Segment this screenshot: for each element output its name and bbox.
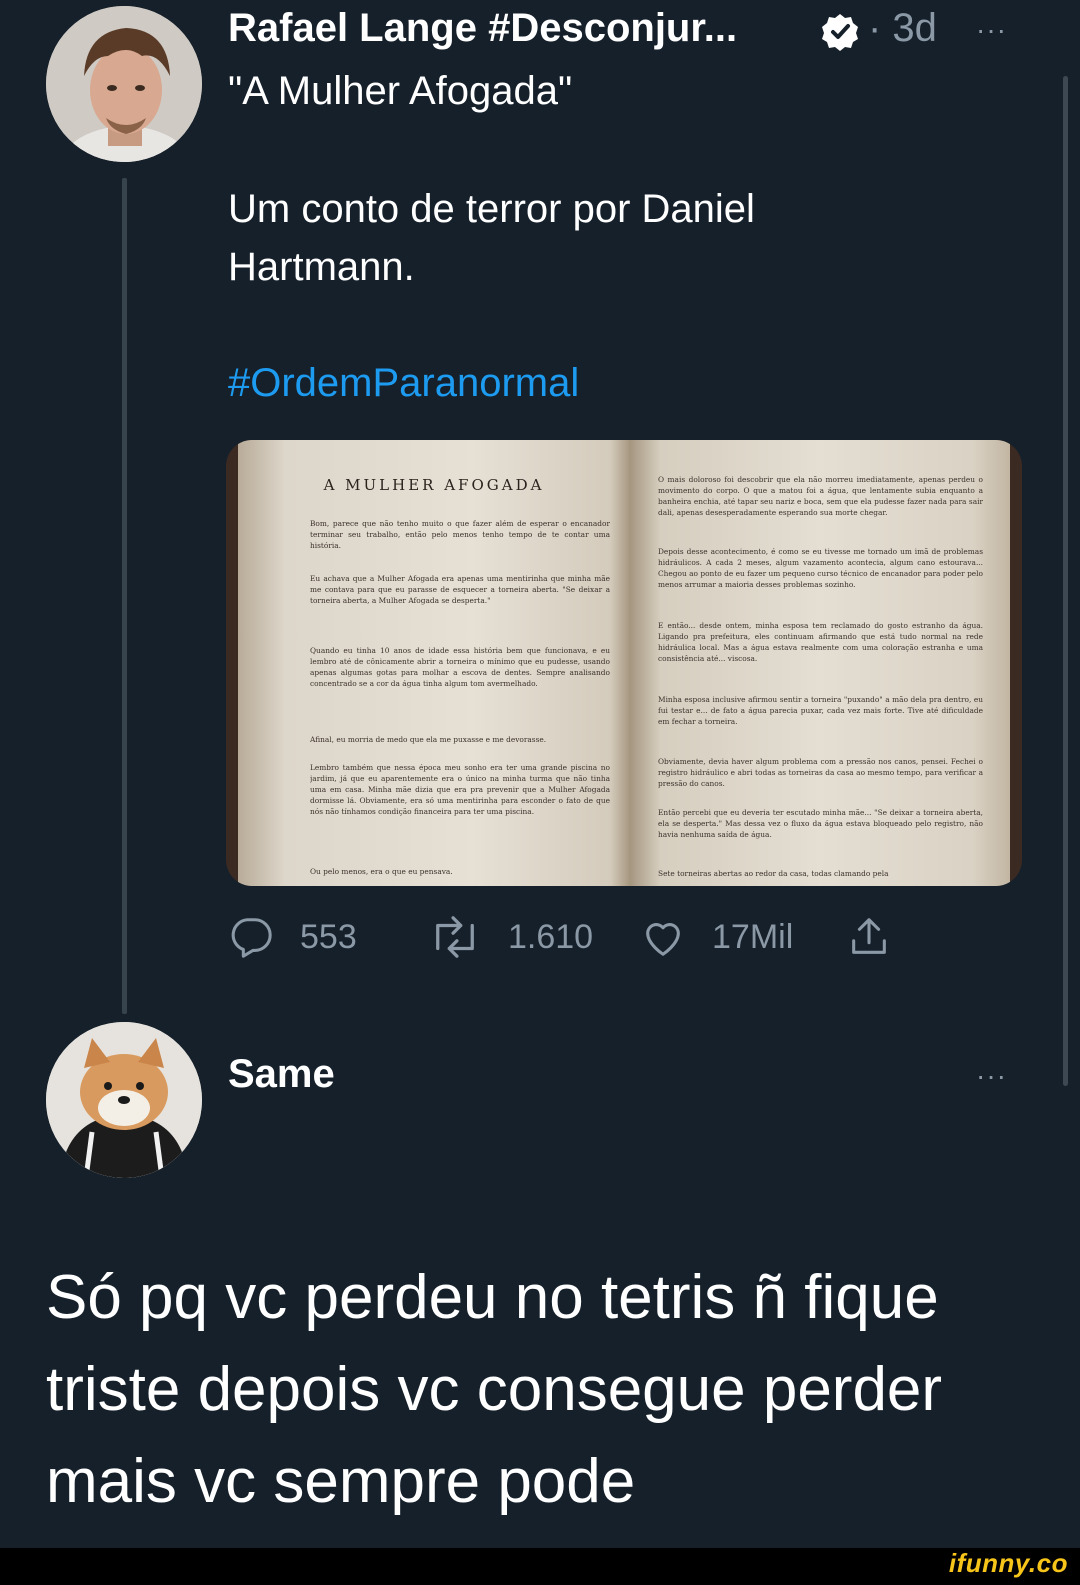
book-left-paragraph: Bom, parece que não tenho muito o que fa…	[310, 519, 610, 550]
reply-action[interactable]: 553	[228, 914, 357, 960]
tweet-media-image[interactable]: A MULHER AFOGADA Bom, parece que não ten…	[226, 440, 1022, 886]
retweet-icon	[436, 916, 474, 958]
retweet-action[interactable]: 1.610	[428, 914, 593, 960]
book-right-paragraph: O mais doloroso foi descobrir que ela nã…	[658, 475, 983, 517]
like-count: 17Mil	[712, 917, 794, 956]
thread-connector-line	[122, 178, 127, 1014]
book-page-right: O mais doloroso foi descobrir que ela nã…	[630, 440, 1010, 886]
reply-more-options-icon[interactable]: ···	[976, 1060, 1007, 1092]
reply-author-avatar[interactable]	[46, 1022, 202, 1178]
book-right-paragraph: Depois desse acontecimento, é como se eu…	[658, 547, 983, 589]
book-left-paragraph: Quando eu tinha 10 anos de idade essa hi…	[310, 646, 610, 688]
hashtag-link[interactable]: #OrdemParanormal	[228, 354, 579, 412]
reply-author-name[interactable]: Same	[228, 1052, 335, 1097]
book-title: A MULHER AFOGADA	[323, 476, 545, 494]
retweet-count: 1.610	[508, 917, 594, 956]
tweet-body-line-2: Hartmann.	[228, 245, 415, 289]
book-left-paragraph: Ou pelo menos, era o que eu pensava.	[310, 867, 453, 876]
book-right-paragraph: Então percebi que eu deveria ter escutad…	[658, 808, 983, 839]
author-name[interactable]: Rafael Lange #Desconjur...	[228, 6, 737, 51]
book-page-left: A MULHER AFOGADA Bom, parece que não ten…	[238, 440, 630, 886]
tweet-timestamp[interactable]: · 3d	[868, 6, 937, 51]
verified-badge-icon	[822, 14, 858, 51]
book-right-paragraph: Sete torneiras abertas ao redor da casa,…	[658, 869, 889, 878]
reply-bubble-icon	[231, 918, 272, 958]
like-action[interactable]: 17Mil	[640, 914, 793, 960]
book-right-paragraph: E então... desde ontem, minha esposa tem…	[658, 621, 983, 663]
reply-text: Só pq vc perdeu no tetris ñ fique triste…	[46, 1263, 943, 1516]
book-left-paragraph: Eu achava que a Mulher Afogada era apena…	[310, 574, 610, 605]
share-icon	[852, 918, 886, 954]
tweet-body-line-1: Um conto de terror por Daniel	[228, 187, 755, 231]
book-right-paragraph: Obviamente, devia haver algum problema c…	[658, 757, 983, 788]
scrollbar[interactable]	[1063, 76, 1068, 1086]
reply-count: 553	[300, 917, 357, 956]
tweet-more-options-icon[interactable]: ···	[976, 14, 1007, 46]
watermark-bar	[0, 1548, 1080, 1585]
author-avatar[interactable]	[46, 6, 202, 162]
share-action[interactable]	[846, 914, 892, 960]
book-left-paragraph: Lembro também que nessa época meu sonho …	[310, 763, 610, 816]
heart-icon	[646, 923, 680, 956]
tweet-title-line: "A Mulher Afogada"	[228, 69, 573, 113]
watermark-logo: ifunny.co	[948, 1548, 1068, 1578]
book-right-paragraph: Minha esposa inclusive afirmou sentir a …	[658, 695, 983, 726]
book-left-paragraph: Afinal, eu morria de medo que ela me pux…	[310, 735, 547, 744]
